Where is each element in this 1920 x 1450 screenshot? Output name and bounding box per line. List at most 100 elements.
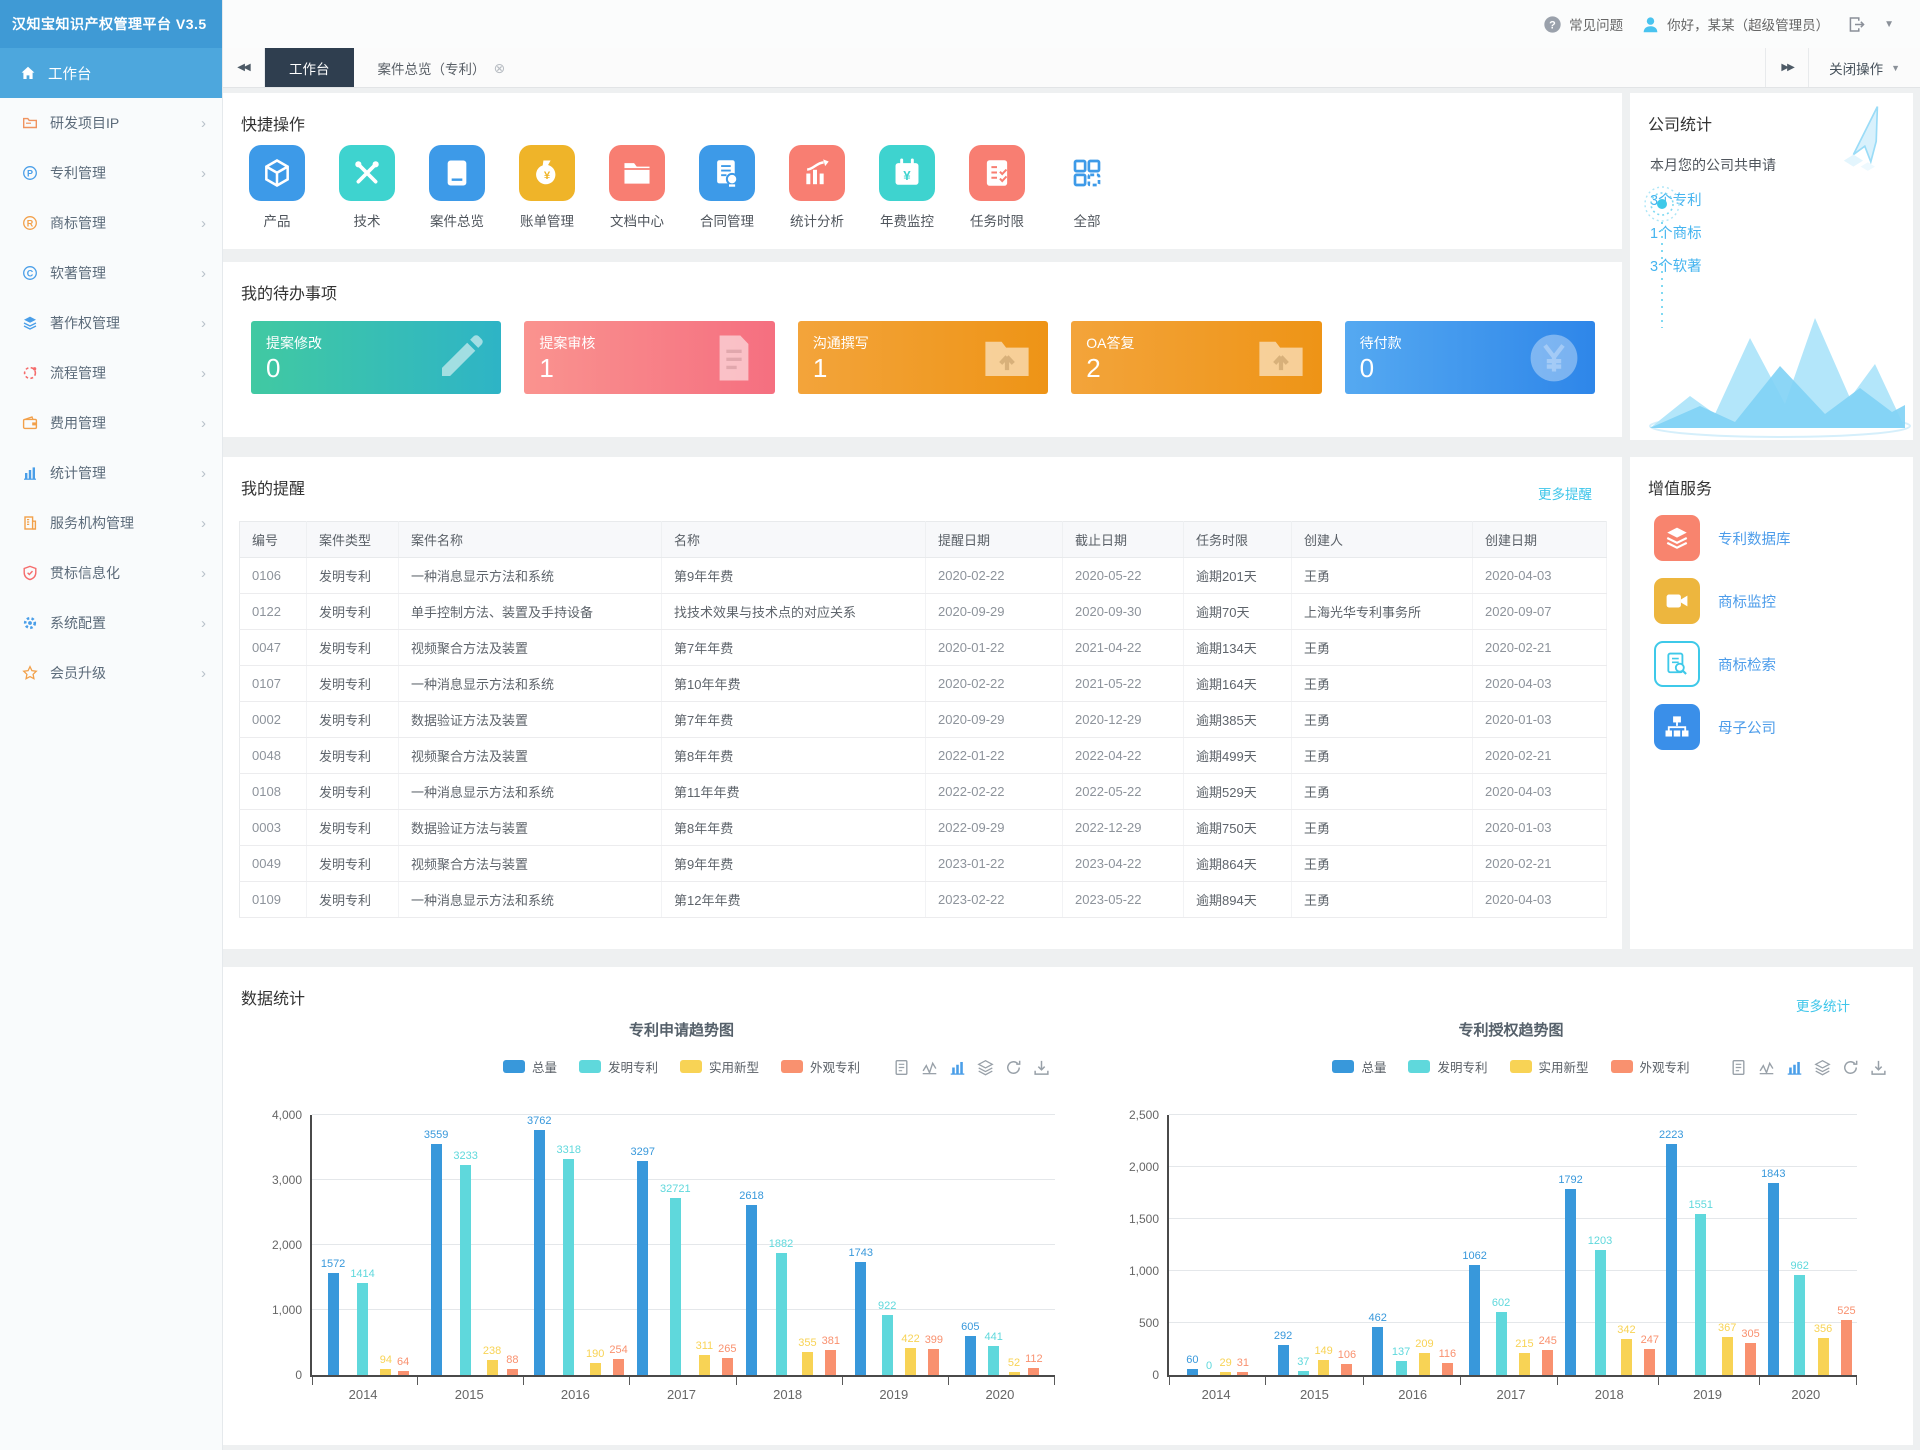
quick-action-技术[interactable]: 技术 xyxy=(335,145,399,230)
data-view-icon[interactable] xyxy=(1730,1059,1747,1076)
legend-item-总量[interactable]: 总量 xyxy=(503,1057,557,1076)
todo-card-提案修改[interactable]: 提案修改0 xyxy=(251,321,501,394)
sidebar-item-系统配置[interactable]: 系统配置› xyxy=(0,598,222,648)
quick-action-任务时限[interactable]: 任务时限 xyxy=(965,145,1029,230)
bar-value-label: 1843 xyxy=(1761,1169,1785,1180)
tab-workbench[interactable]: 工作台 xyxy=(265,48,354,87)
bar-value-label: 60 xyxy=(1186,1355,1198,1366)
column-header: 创建日期 xyxy=(1473,522,1607,558)
legend-item-实用新型[interactable]: 实用新型 xyxy=(680,1057,759,1076)
legend-item-发明专利[interactable]: 发明专利 xyxy=(1408,1057,1487,1076)
download-icon[interactable] xyxy=(1033,1059,1050,1076)
line-chart-icon[interactable] xyxy=(921,1059,938,1076)
bar-总量 xyxy=(1372,1327,1383,1375)
sidebar-item-服务机构管理[interactable]: 服务机构管理› xyxy=(0,498,222,548)
bar-value-label: 106 xyxy=(1338,1350,1356,1361)
quick-action-合同管理[interactable]: 合同管理 xyxy=(695,145,759,230)
stack-icon[interactable] xyxy=(1814,1059,1831,1076)
sidebar-item-研发项目IP[interactable]: 研发项目IP› xyxy=(0,98,222,148)
logout-icon[interactable] xyxy=(1847,15,1866,34)
panel-title: 增值服务 xyxy=(1648,475,1712,499)
sidebar-item-软著管理[interactable]: C软著管理› xyxy=(0,248,222,298)
collapse-tabs-button[interactable]: ◀◀ xyxy=(222,48,265,87)
todo-card-待付款[interactable]: 待付款0 xyxy=(1345,321,1595,394)
todo-card-沟通撰写[interactable]: 沟通撰写1 xyxy=(798,321,1048,394)
table-cell: 王勇 xyxy=(1292,846,1473,882)
bar-column: 37 xyxy=(1297,1115,1309,1375)
legend-swatch xyxy=(1611,1060,1633,1073)
bar-chart-icon[interactable] xyxy=(1786,1059,1803,1076)
quick-action-统计分析[interactable]: 统计分析 xyxy=(785,145,849,230)
user-menu[interactable]: 你好，某某（超级管理员） xyxy=(1641,14,1829,34)
column-header: 创建人 xyxy=(1292,522,1473,558)
data-view-icon[interactable] xyxy=(893,1059,910,1076)
todo-card-提案审核[interactable]: 提案审核1 xyxy=(524,321,774,394)
sidebar-item-统计管理[interactable]: 统计管理› xyxy=(0,448,222,498)
line-chart-icon[interactable] xyxy=(1758,1059,1775,1076)
quick-action-全部[interactable]: 全部 xyxy=(1055,145,1119,230)
question-icon: ? xyxy=(1543,15,1562,34)
stack-icon[interactable] xyxy=(977,1059,994,1076)
todo-card-OA答复[interactable]: OA答复2 xyxy=(1071,321,1321,394)
table-cell: 0047 xyxy=(240,630,307,666)
legend-item-实用新型[interactable]: 实用新型 xyxy=(1510,1057,1589,1076)
legend-item-总量[interactable]: 总量 xyxy=(1332,1057,1386,1076)
svg-text:?: ? xyxy=(1549,19,1556,31)
bar-column: 94 xyxy=(380,1115,392,1375)
service-母子公司[interactable]: 母子公司 xyxy=(1654,704,1903,750)
bar-chart-icon[interactable] xyxy=(949,1059,966,1076)
service-专利数据库[interactable]: 专利数据库 xyxy=(1654,515,1903,561)
bar-value-label: 245 xyxy=(1539,1336,1557,1347)
quick-action-年费监控[interactable]: ¥年费监控 xyxy=(875,145,939,230)
svg-text:C: C xyxy=(27,268,34,278)
table-cell: 发明专利 xyxy=(307,738,399,774)
bar-column: 2618 xyxy=(739,1115,763,1375)
quick-action-产品[interactable]: 产品 xyxy=(245,145,309,230)
close-operations-label: 关闭操作 xyxy=(1829,58,1883,78)
tab-case-overview[interactable]: 案件总览（专利） ⊗ xyxy=(354,48,530,87)
bar-value-label: 247 xyxy=(1641,1335,1659,1346)
wallet-icon xyxy=(22,415,38,431)
bar-column: 605 xyxy=(961,1115,979,1375)
quick-action-文档中心[interactable]: 文档中心 xyxy=(605,145,669,230)
service-商标检索[interactable]: 商标检索 xyxy=(1654,641,1903,687)
table-cell: 视频聚合方法及装置 xyxy=(399,738,662,774)
legend-item-外观专利[interactable]: 外观专利 xyxy=(1611,1057,1690,1076)
quick-action-账单管理[interactable]: ¥账单管理 xyxy=(515,145,579,230)
column-header: 名称 xyxy=(662,522,926,558)
faq-button[interactable]: ? 常见问题 xyxy=(1543,14,1623,34)
tab-bar: ◀◀ 工作台 案件总览（专利） ⊗ ▶▶ 关闭操作 ▼ xyxy=(222,48,1920,88)
more-reminders-link[interactable]: 更多提醒 xyxy=(1538,483,1592,503)
table-cell: 0048 xyxy=(240,738,307,774)
bar-group-2018: 26181882355381 xyxy=(737,1115,843,1375)
bar-column: 245 xyxy=(1539,1115,1557,1375)
legend-item-发明专利[interactable]: 发明专利 xyxy=(579,1057,658,1076)
sidebar-item-会员升级[interactable]: 会员升级› xyxy=(0,648,222,698)
sidebar-item-流程管理[interactable]: 流程管理› xyxy=(0,348,222,398)
tab-close-icon[interactable]: ⊗ xyxy=(494,61,506,75)
bar-column: 1743 xyxy=(848,1115,872,1375)
grid-all-icon xyxy=(1059,145,1115,201)
sidebar-item-著作权管理[interactable]: 著作权管理› xyxy=(0,298,222,348)
table-row: 0122发明专利单手控制方法、装置及手持设备找技术效果与技术点的对应关系2020… xyxy=(240,594,1607,630)
bar-实用新型 xyxy=(1722,1337,1733,1375)
sidebar-item-贯标信息化[interactable]: 贯标信息化› xyxy=(0,548,222,598)
bar-外观专利 xyxy=(1442,1363,1453,1375)
sidebar-item-商标管理[interactable]: R商标管理› xyxy=(0,198,222,248)
sidebar-item-专利管理[interactable]: P专利管理› xyxy=(0,148,222,198)
close-operations-button[interactable]: 关闭操作 ▼ xyxy=(1808,48,1920,87)
table-cell: 0049 xyxy=(240,846,307,882)
refresh-icon[interactable] xyxy=(1005,1059,1022,1076)
user-caret-icon[interactable]: ▼ xyxy=(1884,19,1894,30)
table-cell: 逾期385天 xyxy=(1184,702,1292,738)
bar-实用新型 xyxy=(1009,1372,1020,1375)
refresh-icon[interactable] xyxy=(1842,1059,1859,1076)
expand-tabs-button[interactable]: ▶▶ xyxy=(1765,48,1808,87)
table-cell: 2020-04-03 xyxy=(1473,774,1607,810)
quick-action-案件总览[interactable]: 案件总览 xyxy=(425,145,489,230)
legend-item-外观专利[interactable]: 外观专利 xyxy=(781,1057,860,1076)
sidebar-item-费用管理[interactable]: 费用管理› xyxy=(0,398,222,448)
download-icon[interactable] xyxy=(1870,1059,1887,1076)
service-商标监控[interactable]: 商标监控 xyxy=(1654,578,1903,624)
sidebar-item-workbench[interactable]: 工作台 xyxy=(0,48,222,98)
